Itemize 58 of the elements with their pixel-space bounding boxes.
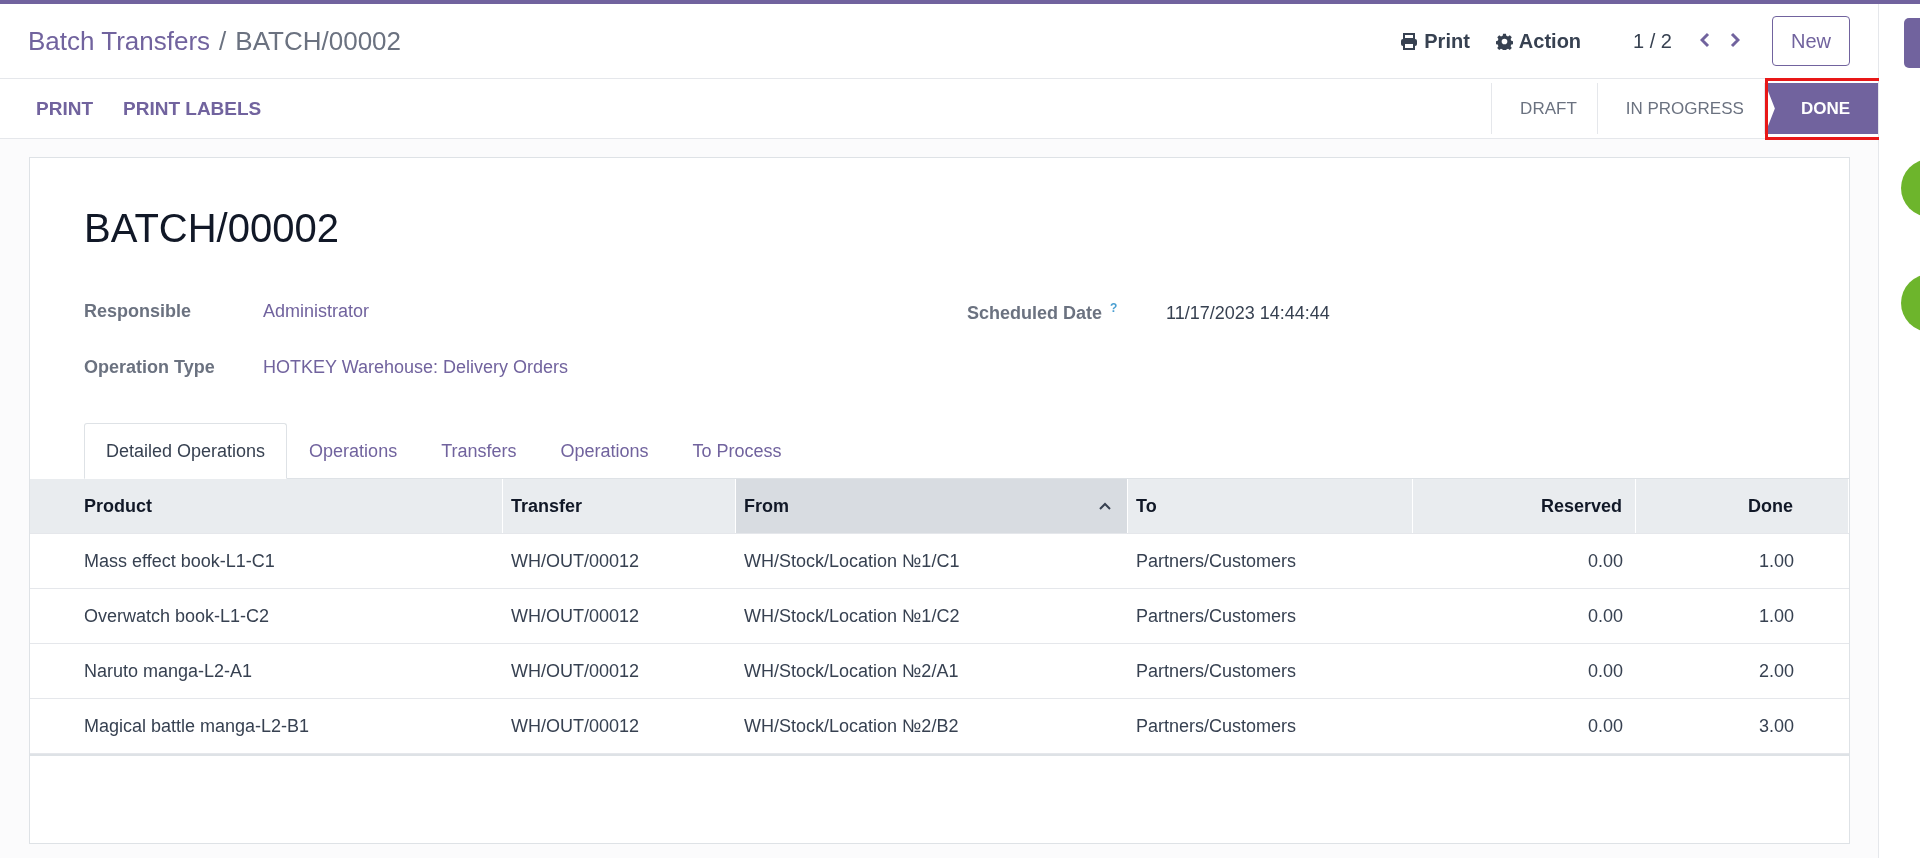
column-header[interactable]: To	[1128, 479, 1413, 533]
status-stage[interactable]: IN PROGRESS	[1597, 83, 1765, 134]
table-cell-text: 0.00	[1586, 714, 1624, 738]
table-cell-text: WH/OUT/00012	[510, 549, 641, 573]
table-cell-text: 0.00	[1586, 604, 1624, 628]
table-cell-text: Overwatch book-L1-C2	[83, 604, 271, 628]
table-cell-text: 0.00	[1586, 549, 1624, 573]
column-header[interactable]: From	[736, 479, 1128, 533]
tab[interactable]: To Process	[670, 423, 804, 479]
table-cell-text: 1.00	[1757, 549, 1795, 573]
breadcrumb-link[interactable]: Batch Transfers	[28, 25, 211, 57]
table-cell-text: Mass effect book-L1-C1	[83, 549, 276, 573]
tab[interactable]: Transfers	[419, 423, 539, 479]
column-header[interactable]: Reserved	[1413, 479, 1636, 533]
field-value: Administrator	[263, 301, 370, 322]
tab[interactable]: Detailed Operations	[84, 423, 288, 479]
table-cell-text: WH/Stock/Location №1/C1	[743, 549, 961, 573]
help-mark[interactable]: ?	[1110, 301, 1118, 315]
print-button[interactable]: Print	[1400, 29, 1470, 53]
sort-caret-icon	[1099, 502, 1111, 510]
new-button[interactable]: New	[1772, 16, 1850, 66]
field-label: Scheduled Date	[967, 303, 1103, 323]
breadcrumb-separator: /	[219, 25, 227, 57]
status-stage[interactable]: DRAFT	[1492, 83, 1598, 134]
tab[interactable]: Operations	[287, 423, 420, 479]
printer-icon	[1400, 32, 1419, 50]
action-button[interactable]: Action	[1495, 29, 1582, 53]
table-cell-text: 2.00	[1757, 659, 1795, 683]
table-cell-text: 3.00	[1757, 714, 1795, 738]
table-cell-text: Partners/Customers	[1135, 714, 1298, 738]
table-cell-text: WH/Stock/Location №1/C2	[743, 604, 961, 628]
table-cell-text: 1.00	[1757, 604, 1795, 628]
table-cell-text: WH/OUT/00012	[510, 604, 641, 628]
gear-icon	[1495, 32, 1513, 50]
table-cell-text: 0.00	[1586, 659, 1624, 683]
chevron-left-icon	[1700, 31, 1710, 48]
table-cell-text: Partners/Customers	[1135, 549, 1298, 573]
field-value: HOTKEY Warehouse: Delivery Orders	[263, 357, 569, 378]
toolbar-button[interactable]: PRINT LABELS	[115, 91, 270, 126]
table-cell-text: WH/Stock/Location №2/A1	[743, 659, 960, 683]
column-header[interactable]: Done	[1636, 479, 1849, 533]
tab[interactable]: Operations	[538, 423, 671, 479]
table-cell-text: WH/OUT/00012	[510, 659, 641, 683]
pager-value: 1 / 2	[1633, 29, 1672, 53]
record-title: BATCH/00002	[84, 206, 340, 251]
breadcrumb-current: BATCH/00002	[235, 25, 402, 57]
toolbar-button[interactable]: PRINT	[28, 91, 101, 126]
chevron-right-icon	[1730, 31, 1740, 48]
table-cell-text: Magical battle manga-L2-B1	[83, 714, 311, 738]
table-cell-text: Partners/Customers	[1135, 604, 1298, 628]
field-label: Responsible	[84, 301, 193, 322]
column-header[interactable]: Product	[30, 479, 503, 533]
field-label: Operation Type	[84, 357, 216, 378]
table-cell-text: WH/Stock/Location №2/B2	[743, 714, 960, 738]
table-cell-text: Naruto manga-L2-A1	[83, 659, 254, 683]
table-cell-text: Partners/Customers	[1135, 659, 1298, 683]
field-value: 11/17/2023 14:44:44	[1166, 303, 1330, 324]
table-cell-text: WH/OUT/00012	[510, 714, 641, 738]
